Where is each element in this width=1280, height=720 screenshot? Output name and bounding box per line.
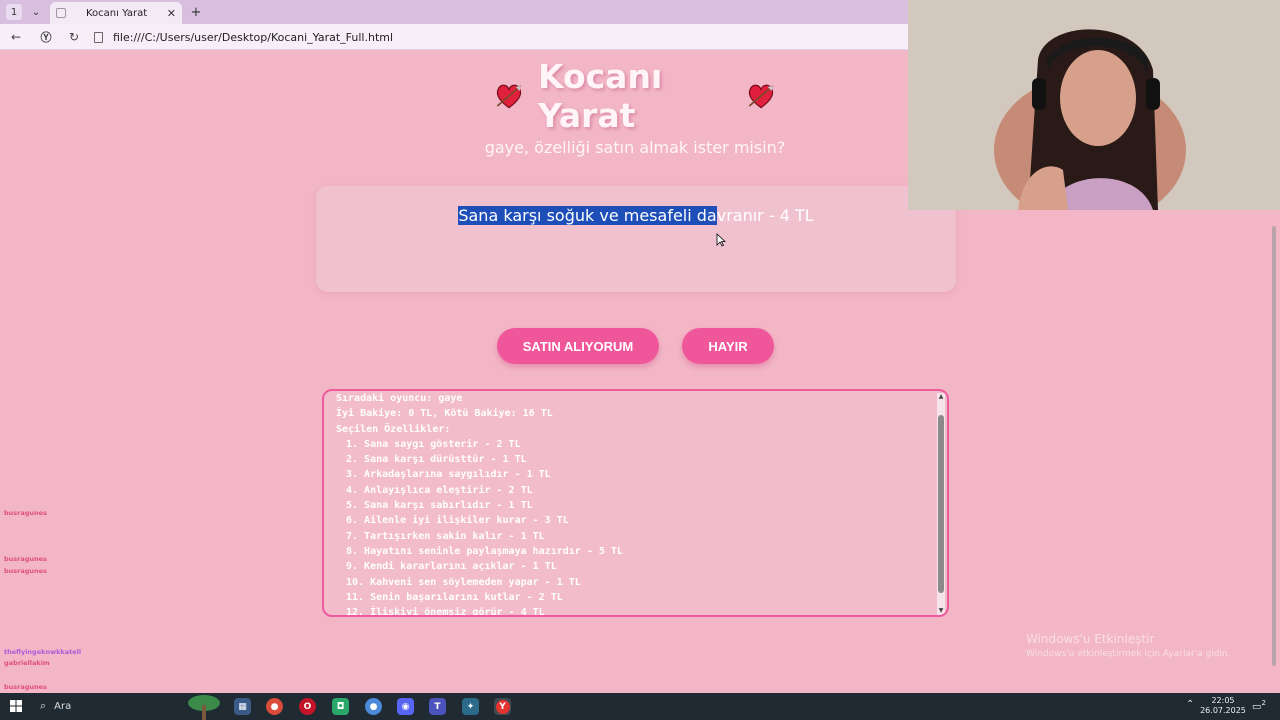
page-title: Kocanı Yarat [480, 57, 790, 135]
tab-kocani-yarat[interactable]: Kocanı Yarat ✕ [50, 2, 182, 24]
app-blue-icon[interactable]: ✦ [462, 698, 479, 715]
current-player-line: Sıradaki oyuncu: gaye [336, 393, 463, 404]
list-item: 7. Tartışırken sakin kalır - 1 TL [346, 530, 545, 542]
yandex-icon[interactable]: Ⓨ [38, 29, 54, 45]
list-item: 6. Ailenle iyi ilişkiler kurar - 3 TL [346, 515, 569, 527]
chat-message [4, 531, 224, 543]
stream-chat-overlay: busragunes busragunes busragunes theflyi… [4, 496, 224, 705]
discord-icon[interactable]: ◉ [397, 698, 414, 715]
list-item: 12. İlişkiyi önemsiz görür - 4 TL [346, 607, 545, 617]
task-view-icon[interactable]: ▦ [234, 698, 251, 715]
heart-arrow-icon [496, 84, 522, 109]
selected-features-header: Seçilen Özellikler: [336, 423, 451, 435]
feature-card [316, 186, 956, 292]
title-text: Kocanı Yarat [537, 57, 663, 135]
close-tab-icon[interactable]: ✕ [167, 7, 176, 20]
chat-message [4, 496, 224, 508]
notification-count: 2 [1261, 699, 1266, 707]
chat-message [4, 589, 224, 601]
chat-username: theflyingeknwkkatell [4, 647, 82, 656]
no-button[interactable]: HAYIR [682, 328, 774, 364]
windows-start-icon[interactable] [10, 700, 22, 712]
chat-message [4, 542, 224, 554]
windows-activation-watermark: Windows'u Etkinleştir Windows'u etkinleş… [1026, 632, 1231, 659]
chat-username: busragunes [4, 566, 47, 575]
scroll-down-arrow-icon[interactable]: ▼ [937, 607, 945, 615]
url-field[interactable]: file:///C:/Users/user/Desktop/Kocani_Yar… [94, 28, 393, 46]
purchase-question: gaye, özelliği satın almak ister misin? [484, 138, 786, 157]
list-item: 3. Arkadaşlarına saygılıdır - 1 TL [346, 469, 551, 481]
chevron-up-icon[interactable]: ⌃ [1186, 699, 1194, 710]
scroll-up-arrow-icon[interactable]: ▲ [937, 393, 945, 401]
page-favicon-icon [56, 8, 66, 18]
clock-time: 22:05 [1211, 696, 1235, 705]
tab-title: Kocanı Yarat [86, 7, 148, 19]
chat-message: busragunes [4, 508, 224, 520]
app-green-icon[interactable]: ◘ [332, 698, 349, 715]
game-log-textarea[interactable]: Sıradaki oyuncu: gaye İyi Bakiye: 0 TL, … [322, 389, 949, 617]
page-scrollbar[interactable] [1270, 210, 1278, 692]
list-item: 8. Hayatını seninle paylaşmaya hazırdır … [346, 545, 623, 557]
chat-message: busragunes [4, 682, 224, 694]
chrome-profile-icon[interactable]: ● [365, 698, 382, 715]
list-item: 9. Kendi kararlarını açıklar - 1 TL [346, 561, 557, 573]
windows-taskbar: ⌕ Ara ▦ ● O ◘ ● ◉ T ✦ Y ⌃ 22:05 26.07.20… [0, 693, 1280, 720]
chat-username: gabriellakim [4, 659, 50, 668]
taskbar-clock[interactable]: 22:05 26.07.2025 [1200, 696, 1246, 716]
local-file-icon [94, 31, 103, 43]
webcam-overlay [908, 0, 1280, 210]
chat-message [4, 519, 224, 531]
tab-list-chevron-icon[interactable]: ⌄ [28, 4, 44, 20]
opera-icon[interactable]: O [299, 698, 316, 715]
feature-offer-rest: vranır - 4 TL [716, 206, 814, 225]
chat-username: busragunes [4, 508, 47, 517]
chat-message [4, 635, 224, 647]
balance-line: İyi Bakiye: 0 TL, Kötü Bakiye: 16 TL [336, 408, 553, 420]
log-scrollbar[interactable]: ▲ ▼ [937, 393, 945, 615]
reload-icon[interactable]: ↻ [66, 29, 82, 45]
selected-features-list: 1. Sana saygı gösterir - 2 TL 2. Sana ka… [336, 437, 947, 617]
watermark-title: Windows'u Etkinleştir [1026, 632, 1155, 646]
chat-message [4, 670, 224, 682]
clock-date: 26.07.2025 [1200, 706, 1246, 715]
list-item: 4. Anlayışlıca eleştirir - 2 TL [346, 484, 533, 496]
yandex-browser-icon[interactable]: Y [494, 698, 511, 715]
list-item: 11. Senin başarılarını kutlar - 2 TL [346, 591, 563, 603]
taskbar-search[interactable]: ⌕ Ara [40, 699, 71, 713]
chat-message: busragunes [4, 554, 224, 566]
notification-icon[interactable]: ▭2 [1252, 699, 1268, 713]
search-icon: ⌕ [40, 699, 47, 712]
list-item: 2. Sana karşı dürüsttür - 1 TL [346, 454, 527, 466]
watermark-subtitle: Windows'u etkinleştirmek için Ayarlar'a … [1026, 649, 1231, 659]
chat-username: busragunes [4, 554, 47, 563]
chat-message [4, 600, 224, 612]
search-label: Ara [54, 700, 72, 712]
streamer-webcam-image [908, 0, 1280, 210]
mouse-cursor-icon [716, 233, 726, 247]
chat-message [4, 624, 224, 636]
chat-username: busragunes [4, 682, 47, 691]
list-item: 10. Kahveni sen söylemeden yapar - 1 TL [346, 576, 581, 588]
heart-arrow-icon [748, 84, 774, 109]
chat-message [4, 612, 224, 624]
chat-message: gabriellakim [4, 658, 224, 670]
list-item: 5. Sana karşı sabırlıdır - 1 TL [346, 500, 533, 512]
tree-widget-icon[interactable] [184, 693, 224, 720]
chat-message [4, 577, 224, 589]
chat-message: theflyingeknwkkatell [4, 647, 224, 659]
tab-count-button[interactable]: 1 [6, 4, 22, 20]
log-scroll-thumb[interactable] [938, 415, 944, 593]
browser-address-bar: ← Ⓨ ↻ file:///C:/Users/user/Desktop/Koca… [0, 24, 908, 50]
url-text: file:///C:/Users/user/Desktop/Kocani_Yar… [113, 30, 394, 44]
back-arrow-icon[interactable]: ← [8, 29, 24, 45]
chat-message: busragunes [4, 566, 224, 578]
browser-tab-bar: 1 ⌄ Kocanı Yarat ✕ + [0, 0, 908, 24]
page-scroll-thumb[interactable] [1272, 226, 1276, 666]
chrome-icon[interactable]: ● [266, 698, 283, 715]
new-tab-plus-icon[interactable]: + [188, 4, 204, 20]
list-item: 1. Sana saygı gösterir - 2 TL [346, 438, 521, 450]
teams-icon[interactable]: T [429, 698, 446, 715]
buy-button[interactable]: SATIN ALIYORUM [497, 328, 659, 364]
selected-text: Sana karşı soğuk ve mesafeli da [458, 206, 717, 225]
